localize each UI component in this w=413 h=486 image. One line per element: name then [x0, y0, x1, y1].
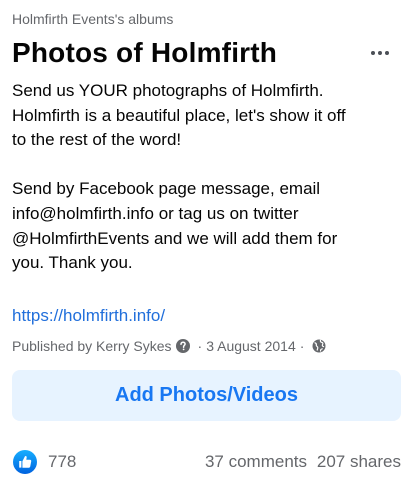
publish-meta: Published by Kerry Sykes · 3 August 2014… — [12, 336, 330, 356]
like-icon[interactable] — [13, 450, 37, 474]
shares-count[interactable]: 207 shares — [317, 452, 401, 472]
description-line: Send us YOUR photographs of Holmfirth. — [12, 81, 324, 100]
description-line: @HolmfirthEvents and we will add them fo… — [12, 228, 338, 248]
published-by[interactable]: Published by Kerry Sykes — [12, 336, 172, 356]
more-icon — [370, 51, 391, 55]
description-line: info@holmfirth.info or tag us on twitter — [12, 203, 299, 223]
more-options-button[interactable] — [362, 35, 398, 71]
engagement-bar: 778 37 comments 207 shares — [12, 447, 404, 477]
globe-icon — [312, 339, 326, 353]
meta-separator: · — [197, 338, 203, 354]
meta-separator: · — [299, 338, 305, 354]
comments-count[interactable]: 37 comments — [205, 452, 307, 472]
album-description: Send us YOUR photographs of Holmfirth. H… — [12, 79, 404, 276]
like-count[interactable]: 778 — [48, 452, 76, 472]
album-owner-link[interactable]: Holmfirth Events's albums — [12, 10, 173, 28]
description-line: you. Thank you. — [12, 253, 133, 273]
description-line: Holmfirth is a beautiful place, let's sh… — [12, 105, 346, 125]
title-row: Photos of Holmfirth — [12, 35, 404, 71]
page-title: Photos of Holmfirth — [12, 37, 278, 68]
question-icon[interactable] — [175, 339, 190, 353]
publish-date[interactable]: 3 August 2014 — [206, 336, 296, 356]
website-link[interactable]: https://holmfirth.info/ — [12, 304, 165, 328]
add-photos-videos-button[interactable]: Add Photos/Videos — [12, 370, 401, 421]
description-line: Send by Facebook page message, email — [12, 179, 321, 199]
description-line: to the rest of the word! — [12, 130, 182, 150]
